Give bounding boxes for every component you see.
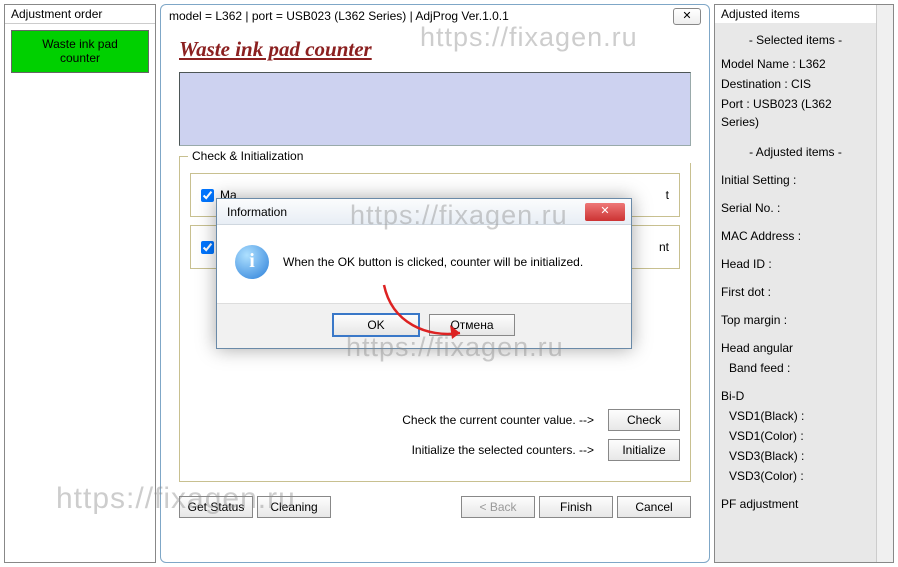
adjusted-item-line: VSD1(Color) :	[721, 427, 870, 445]
cleaning-button[interactable]: Cleaning	[257, 496, 331, 518]
close-button[interactable]: ✕	[673, 8, 701, 25]
label-platen-pad-right: nt	[659, 240, 669, 254]
adjusted-items-header: Adjusted items	[715, 5, 876, 23]
adjusted-item-line: VSD1(Black) :	[721, 407, 870, 425]
checkbox-main-pad[interactable]	[201, 189, 214, 202]
information-dialog: Information ✕ When the OK button is clic…	[216, 198, 632, 349]
adjusted-item-line: VSD3(Black) :	[721, 447, 870, 465]
dialog-close-icon[interactable]: ✕	[585, 203, 625, 221]
selected-items-heading: - Selected items -	[721, 31, 870, 49]
adjusted-item-line: Head angular	[721, 339, 870, 357]
adjusted-item-line: Serial No. :	[721, 199, 870, 217]
info-port: Port : USB023 (L362 Series)	[721, 95, 870, 131]
output-textarea[interactable]	[179, 72, 691, 146]
cancel-button[interactable]: Cancel	[617, 496, 691, 518]
adjusted-item-line: MAC Address :	[721, 227, 870, 245]
adjustment-order-panel: Adjustment order Waste ink pad counter	[4, 4, 156, 563]
adjusted-items-panel: Adjusted items - Selected items - Model …	[714, 4, 894, 563]
adjusted-item-line: First dot :	[721, 283, 870, 301]
info-destination: Destination : CIS	[721, 75, 870, 93]
adjusted-item-line: Top margin :	[721, 311, 870, 329]
information-icon	[235, 245, 269, 279]
adjusted-item-line: Band feed :	[721, 359, 870, 377]
check-hint: Check the current counter value. -->	[402, 413, 594, 427]
adjusted-item-line: Initial Setting :	[721, 171, 870, 189]
window-title: model = L362 | port = USB023 (L362 Serie…	[169, 9, 667, 23]
dialog-message: When the OK button is clicked, counter w…	[283, 255, 583, 269]
adjusted-items-heading: - Adjusted items -	[721, 143, 870, 161]
dialog-ok-button[interactable]: OK	[333, 314, 419, 336]
check-button[interactable]: Check	[608, 409, 680, 431]
initialize-button[interactable]: Initialize	[608, 439, 680, 461]
fieldset-legend: Check & Initialization	[188, 149, 698, 163]
label-main-pad-right: t	[666, 188, 669, 202]
adjustment-order-header: Adjustment order	[5, 5, 155, 24]
info-model-name: Model Name : L362	[721, 55, 870, 73]
adjusted-items-list: - Selected items - Model Name : L362 Des…	[715, 23, 876, 562]
back-button[interactable]: < Back	[461, 496, 535, 518]
adjusted-item-line: PF adjustment	[721, 495, 870, 513]
dialog-cancel-button[interactable]: Отмена	[429, 314, 515, 336]
get-status-button[interactable]: Get Status	[179, 496, 253, 518]
finish-button[interactable]: Finish	[539, 496, 613, 518]
checkbox-platen-pad[interactable]	[201, 241, 214, 254]
adjusted-item-line: VSD3(Color) :	[721, 467, 870, 485]
sidebar-item-waste-ink-pad-counter[interactable]: Waste ink pad counter	[11, 30, 149, 73]
dialog-title: Information	[227, 205, 585, 219]
initialize-hint: Initialize the selected counters. -->	[412, 443, 594, 457]
adjusted-item-line: Head ID :	[721, 255, 870, 273]
scrollbar[interactable]	[876, 5, 893, 562]
adjusted-item-line: Bi-D	[721, 387, 870, 405]
page-title: Waste ink pad counter	[179, 37, 691, 62]
